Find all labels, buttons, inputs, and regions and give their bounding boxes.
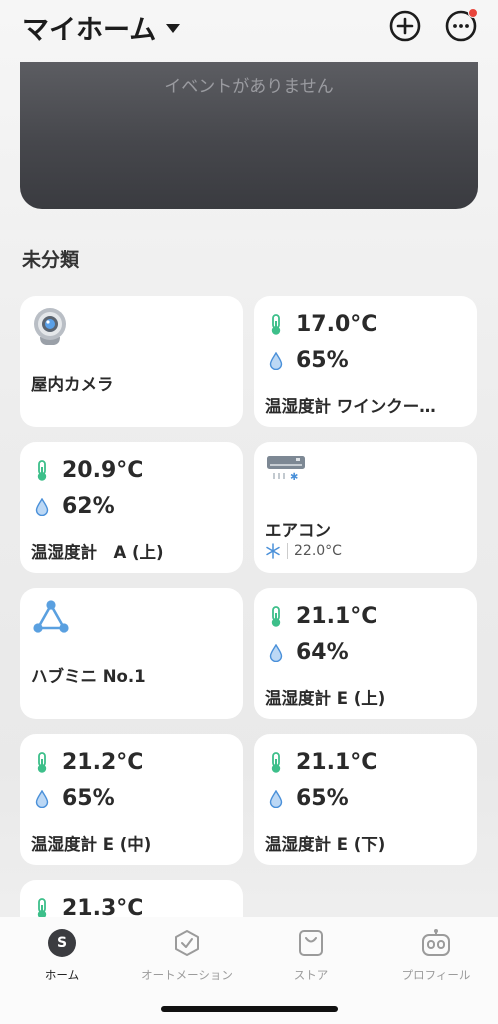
temperature-value: 21.1°C <box>296 604 378 629</box>
water-drop-icon <box>269 643 283 662</box>
thermometer-icon <box>37 751 47 773</box>
add-button[interactable] <box>388 9 422 43</box>
humidity-reading: 65% <box>266 786 349 811</box>
caret-down-icon <box>166 23 181 33</box>
hub-icon <box>33 600 69 633</box>
section-title: 未分類 <box>22 249 80 271</box>
water-drop-icon <box>35 497 49 516</box>
event-empty-text: イベントがありません <box>164 77 334 97</box>
divider <box>287 543 288 559</box>
device-card-thermo-wine[interactable]: 17.0°C 65% 温湿度計 ワインクー… <box>254 296 477 427</box>
humidity-value: 62% <box>62 494 115 519</box>
device-name: エアコン <box>265 521 331 540</box>
device-card-hub-mini[interactable]: ハブミニ No.1 <box>20 588 243 719</box>
shopping-bag-icon <box>299 930 323 956</box>
humidity-reading: 64% <box>266 640 349 665</box>
temperature-reading: 21.2°C <box>32 750 143 775</box>
thermometer-icon <box>271 751 281 773</box>
camera-icon <box>34 308 66 345</box>
device-card-thermo-e-upper[interactable]: 21.1°C 64% 温湿度計 E (上) <box>254 588 477 719</box>
humidity-value: 65% <box>296 786 349 811</box>
notification-dot <box>468 8 478 18</box>
device-card-thermo-e-lower[interactable]: 21.1°C 65% 温湿度計 E (下) <box>254 734 477 865</box>
device-card-aircon[interactable]: ✱ エアコン 22.0°C <box>254 442 477 573</box>
device-name: 温湿度計 E (中) <box>31 835 152 854</box>
water-drop-icon <box>269 789 283 808</box>
temperature-value: 20.9°C <box>62 458 144 483</box>
temperature-reading: 21.1°C <box>266 750 377 775</box>
svg-text:✱: ✱ <box>290 472 298 483</box>
home-indicator <box>161 1006 338 1012</box>
nav-label: ストア <box>293 968 329 982</box>
temperature-reading: 21.1°C <box>266 604 377 629</box>
humidity-reading: 65% <box>32 786 115 811</box>
nav-home[interactable]: S ホーム <box>0 927 124 983</box>
device-name: 屋内カメラ <box>31 375 114 394</box>
shield-check-icon <box>175 930 199 956</box>
humidity-value: 65% <box>296 348 349 373</box>
device-name: 温湿度計 E (上) <box>265 689 386 708</box>
temperature-value: 21.2°C <box>62 750 144 775</box>
water-drop-icon <box>35 789 49 808</box>
aircon-status: 22.0°C <box>265 543 342 559</box>
humidity-value: 65% <box>62 786 115 811</box>
aircon-set-temp: 22.0°C <box>294 543 342 559</box>
device-name: ハブミニ No.1 <box>31 667 146 686</box>
home-selector[interactable]: マイホーム <box>22 8 181 46</box>
device-name: 温湿度計 E (下) <box>265 835 386 854</box>
humidity-reading: 65% <box>266 348 349 373</box>
device-name: 温湿度計 ワインクー… <box>265 397 436 416</box>
nav-profile[interactable]: プロフィール <box>374 927 498 983</box>
device-card-thermo-e-mid[interactable]: 21.2°C 65% 温湿度計 E (中) <box>20 734 243 865</box>
plus-circle-icon <box>389 10 421 42</box>
air-conditioner-icon: ✱ <box>267 456 305 483</box>
humidity-value: 64% <box>296 640 349 665</box>
nav-label: ホーム <box>44 968 80 982</box>
humidity-reading: 62% <box>32 494 115 519</box>
more-button[interactable] <box>444 8 478 43</box>
home-title: マイホーム <box>22 14 157 46</box>
device-card-indoor-camera[interactable]: 屋内カメラ <box>20 296 243 427</box>
nav-store[interactable]: ストア <box>249 927 373 983</box>
thermometer-icon <box>37 459 47 481</box>
temperature-value: 21.1°C <box>296 750 378 775</box>
nav-label: オートメーション <box>141 968 233 982</box>
event-banner[interactable]: イベントがありません <box>20 62 478 209</box>
header: マイホーム <box>0 0 498 60</box>
thermometer-icon <box>271 605 281 627</box>
water-drop-icon <box>269 351 283 370</box>
snowflake-icon <box>266 543 280 559</box>
robot-face-icon <box>422 929 450 956</box>
home-logo-icon: S <box>48 929 76 957</box>
thermometer-icon <box>271 313 281 335</box>
temperature-reading: 17.0°C <box>266 312 377 337</box>
temperature-value: 17.0°C <box>296 312 378 337</box>
nav-automation[interactable]: オートメーション <box>125 927 249 983</box>
nav-label: プロフィール <box>401 968 471 982</box>
temperature-reading: 20.9°C <box>32 458 143 483</box>
device-card-thermo-a[interactable]: 20.9°C 62% 温湿度計 A (上) <box>20 442 243 573</box>
device-name: 温湿度計 A (上) <box>31 543 164 562</box>
